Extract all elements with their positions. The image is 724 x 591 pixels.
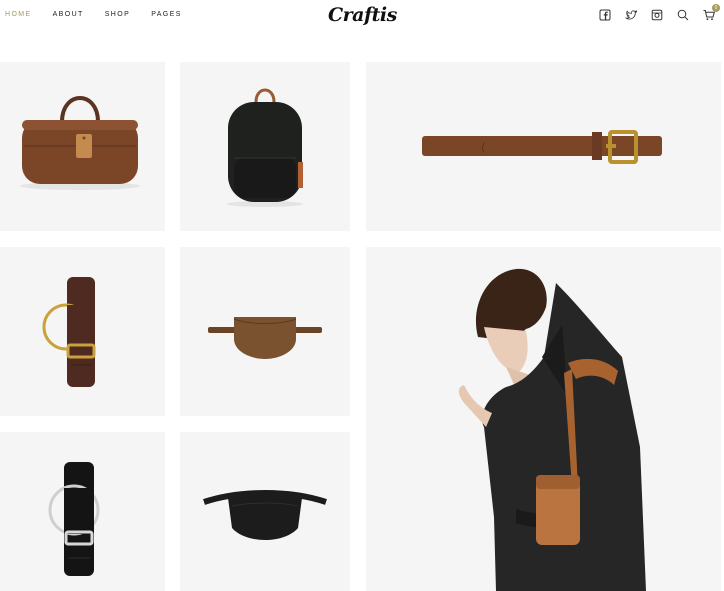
belt-image xyxy=(422,130,662,164)
product-tile-black-watch[interactable] xyxy=(0,432,165,591)
site-logo[interactable]: Craftis xyxy=(328,2,397,28)
duffel-bag-image xyxy=(20,96,140,190)
product-tile-model-shoulder-bag[interactable] xyxy=(366,247,721,591)
main-nav: HOME ABOUT SHOP PAGES xyxy=(5,10,203,19)
nav-item-about[interactable]: ABOUT xyxy=(53,10,84,19)
product-tile-belt[interactable] xyxy=(366,62,721,231)
header-icons: 0 xyxy=(586,4,720,23)
cart-count-badge: 0 xyxy=(712,4,720,12)
suede-belt-bag-image xyxy=(208,317,322,359)
product-tile-suede-belt-bag[interactable] xyxy=(180,247,350,416)
backpack-image xyxy=(227,88,303,207)
instagram-icon[interactable] xyxy=(650,8,664,22)
facebook-icon[interactable] xyxy=(598,8,612,22)
brown-watch-image xyxy=(42,277,96,387)
black-belt-bag-image xyxy=(203,490,327,540)
nav-item-pages[interactable]: PAGES xyxy=(151,10,182,19)
model-image xyxy=(458,268,646,591)
product-tile-black-belt-bag[interactable] xyxy=(180,432,350,591)
black-watch-image xyxy=(48,462,100,576)
site-header: HOME ABOUT SHOP PAGES Craftis 0 xyxy=(0,0,724,30)
twitter-icon[interactable] xyxy=(624,8,638,22)
nav-item-home[interactable]: HOME xyxy=(5,10,32,19)
product-tile-brown-watch[interactable] xyxy=(0,247,165,416)
search-icon[interactable] xyxy=(676,8,690,22)
product-tile-backpack[interactable] xyxy=(180,62,350,231)
cart-icon[interactable]: 0 xyxy=(702,4,720,22)
nav-item-shop[interactable]: SHOP xyxy=(105,10,130,19)
product-tile-duffel-bag[interactable] xyxy=(0,62,165,231)
